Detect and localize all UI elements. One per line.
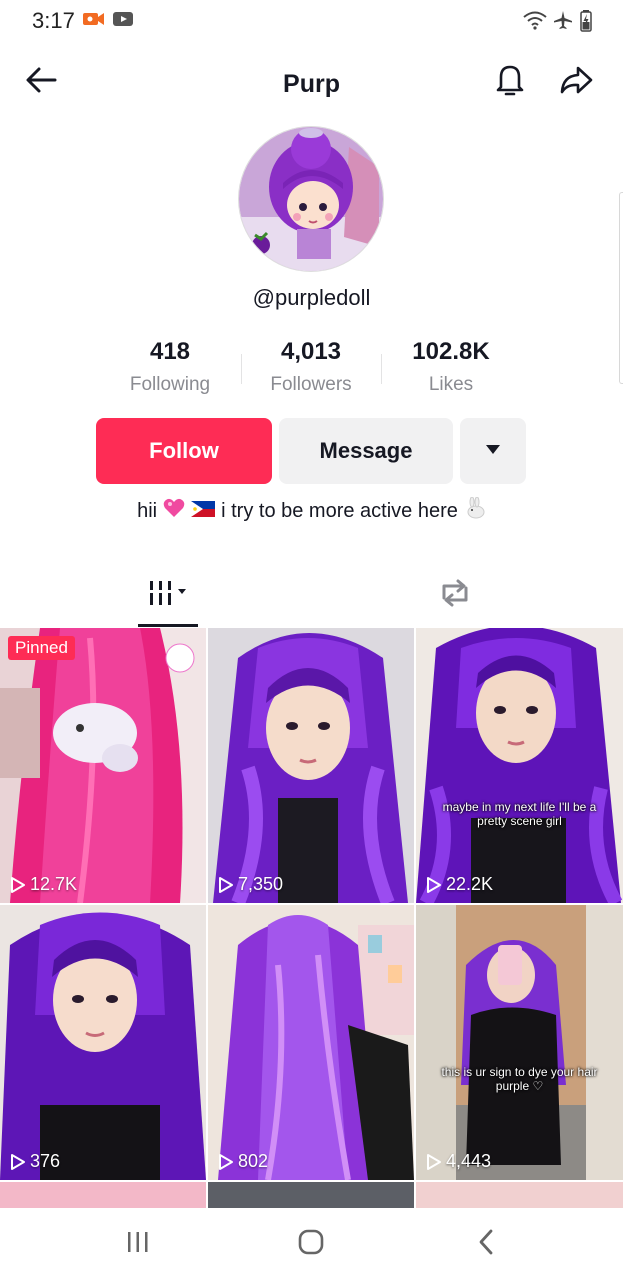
video-tile-partial[interactable]: [208, 1182, 414, 1208]
play-icon: [219, 876, 233, 893]
bio-text-start: hii: [137, 499, 158, 522]
active-tab-indicator: [138, 624, 198, 627]
view-count: 12.7K: [10, 874, 77, 895]
more-options-button[interactable]: [460, 418, 526, 484]
notifications-button[interactable]: [486, 58, 534, 106]
play-icon: [219, 1153, 233, 1170]
video-caption: maybe in my next life I'll be a pretty s…: [442, 800, 597, 828]
view-count-text: 802: [238, 1151, 269, 1171]
view-count-text: 4,443: [446, 1151, 492, 1171]
play-icon: [427, 1153, 441, 1170]
view-count: 7,350: [218, 874, 283, 895]
heart-emoji-icon: [163, 498, 185, 524]
follow-button[interactable]: Follow: [96, 418, 272, 484]
home-button[interactable]: [281, 1226, 341, 1262]
video-tile[interactable]: this is ur sign to dye your hair purple …: [416, 905, 623, 1180]
video-tile[interactable]: maybe in my next life I'll be a pretty s…: [416, 628, 623, 903]
bio: hii i try to be more active here: [0, 496, 623, 525]
bell-icon: [495, 63, 525, 102]
wifi-icon: [522, 10, 548, 35]
system-back-button[interactable]: [456, 1226, 516, 1262]
video-thumbnail: [0, 628, 206, 903]
video-record-icon: [82, 10, 106, 33]
view-count: 4,443: [426, 1151, 491, 1172]
view-count: 802: [218, 1151, 268, 1172]
video-thumbnail: [208, 905, 414, 1180]
stat-label: Following: [129, 374, 211, 395]
content-tabs: [0, 562, 623, 628]
stat-value: 4,013: [280, 338, 342, 365]
home-icon: [297, 1228, 325, 1261]
view-count-text: 7,350: [238, 874, 284, 894]
videos-grid-icon: [146, 579, 190, 612]
caret-down-icon: [485, 442, 501, 460]
message-button[interactable]: Message: [279, 418, 453, 484]
video-tile[interactable]: 7,350: [208, 628, 414, 903]
view-count: 22.2K: [426, 874, 493, 895]
recent-apps-button[interactable]: [108, 1226, 168, 1262]
video-tile[interactable]: 376: [0, 905, 206, 1180]
video-tile[interactable]: Pinned 12.7K: [0, 628, 206, 903]
battery-charging-icon: [580, 10, 592, 37]
video-thumbnail: [208, 628, 414, 903]
view-count-text: 376: [30, 1151, 61, 1171]
share-button[interactable]: [552, 58, 600, 106]
view-count-text: 22.2K: [446, 874, 494, 894]
stat-likes[interactable]: 102.8K Likes: [381, 338, 521, 396]
video-tile[interactable]: 802: [208, 905, 414, 1180]
bio-text-end: i try to be more active here: [221, 499, 458, 522]
video-thumbnail: [0, 905, 206, 1180]
repost-icon: [438, 578, 472, 613]
play-icon: [11, 876, 25, 893]
recent-apps-icon: [125, 1230, 151, 1259]
view-count-text: 12.7K: [30, 874, 78, 894]
stat-value: 418: [149, 338, 191, 365]
username: @purpledoll: [252, 285, 371, 310]
rabbit-emoji-icon: [464, 496, 486, 525]
video-thumbnail: [416, 628, 623, 903]
stat-value: 102.8K: [412, 338, 490, 365]
philippines-flag-icon: [191, 500, 216, 523]
video-grid: Pinned 12.7K 7,350 maybe in my next life…: [0, 628, 623, 1208]
profile-header: Purp: [0, 48, 623, 118]
play-icon: [427, 876, 441, 893]
pinned-badge: Pinned: [8, 636, 75, 660]
video-tile-partial[interactable]: [416, 1182, 623, 1208]
video-caption: this is ur sign to dye your hair purple …: [441, 1065, 598, 1093]
tab-videos[interactable]: [118, 562, 218, 628]
airplane-icon: [553, 10, 573, 35]
status-time: 3:17: [32, 8, 75, 33]
stat-followers[interactable]: 4,013 Followers: [241, 338, 381, 396]
avatar[interactable]: [238, 126, 384, 272]
play-icon: [11, 1153, 25, 1170]
youtube-icon: [112, 10, 134, 33]
stat-label: Followers: [270, 374, 352, 395]
tab-reposts[interactable]: [405, 562, 505, 628]
profile-stats: 418 Following 4,013 Followers 102.8K Lik…: [100, 338, 522, 402]
view-count: 376: [10, 1151, 60, 1172]
status-bar: 3:17: [0, 0, 623, 40]
system-nav-bar: [0, 1208, 623, 1280]
back-icon: [476, 1228, 496, 1261]
video-tile-partial[interactable]: [0, 1182, 206, 1208]
share-icon: [559, 65, 593, 100]
video-thumbnail: [416, 905, 623, 1180]
stat-following[interactable]: 418 Following: [100, 338, 240, 396]
stat-label: Likes: [428, 374, 474, 395]
